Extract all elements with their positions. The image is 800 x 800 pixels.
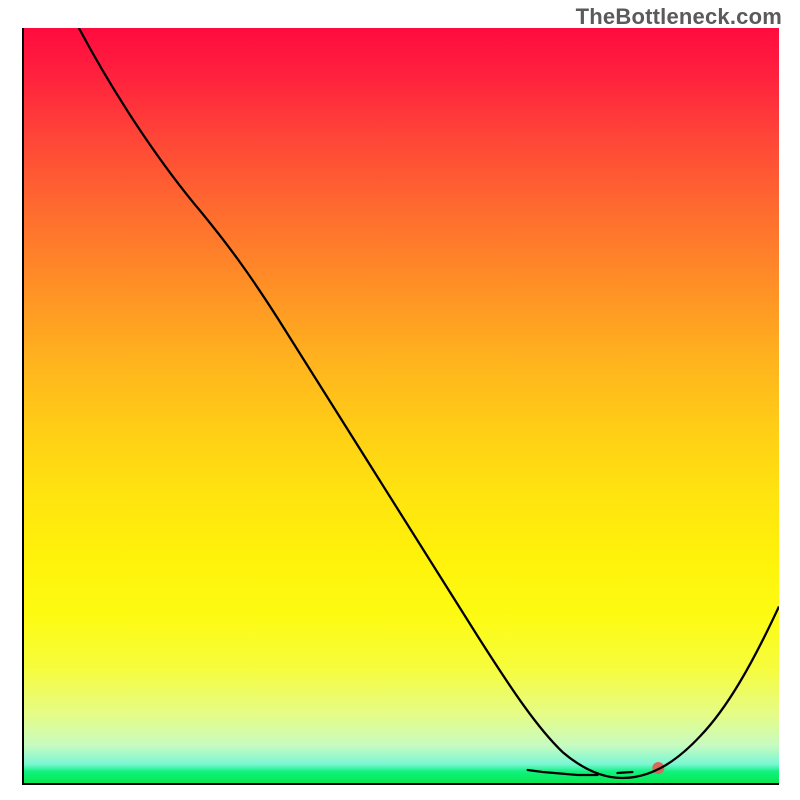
chart-svg bbox=[24, 28, 779, 783]
highlight-marker bbox=[528, 770, 598, 775]
plot-area bbox=[22, 28, 779, 785]
watermark-text: TheBottleneck.com bbox=[576, 4, 782, 30]
highlight-marker-dash bbox=[617, 772, 632, 773]
bottleneck-curve bbox=[79, 28, 779, 778]
